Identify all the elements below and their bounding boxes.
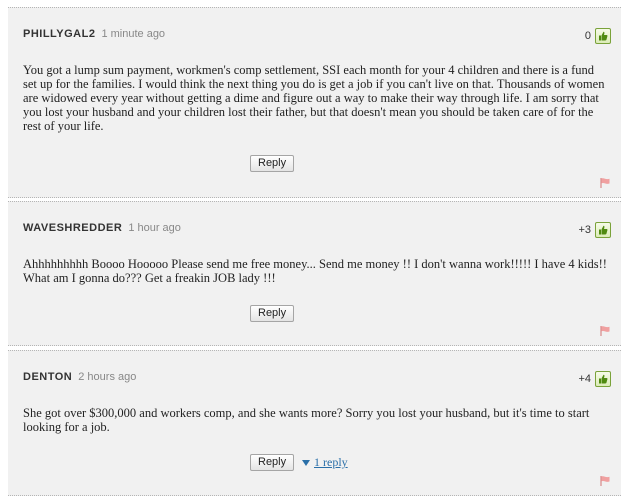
flag-icon[interactable] — [599, 475, 611, 487]
comment-card: PHILLYGAL2 1 minute ago 0 You got a lump… — [8, 7, 621, 198]
comment-card: DENTON 2 hours ago +4 She got over $300,… — [8, 350, 621, 496]
vote-area: +3 — [578, 222, 611, 238]
triangle-down-icon — [302, 459, 310, 466]
vote-area: +4 — [578, 371, 611, 387]
flag-icon[interactable] — [599, 177, 611, 189]
reply-button[interactable]: Reply — [250, 155, 295, 172]
comment-header: DENTON 2 hours ago — [23, 371, 136, 383]
comment-text: She got over $300,000 and workers comp, … — [23, 406, 590, 434]
comment-username[interactable]: WAVESHREDDER — [23, 222, 122, 234]
comment-timestamp: 2 hours ago — [78, 371, 137, 383]
reply-button[interactable]: Reply — [250, 454, 295, 471]
comment-card: WAVESHREDDER 1 hour ago +3 Ahhhhhhhhh Bo… — [8, 201, 621, 346]
comment-timestamp: 1 minute ago — [101, 28, 166, 40]
vote-count: 0 — [584, 30, 591, 42]
vote-count: +3 — [578, 224, 591, 236]
comment-timestamp: 1 hour ago — [128, 222, 181, 234]
show-replies-link[interactable]: 1 reply — [302, 455, 348, 470]
flag-icon[interactable] — [599, 325, 611, 337]
vote-area: 0 — [585, 28, 611, 44]
thumbs-up-icon[interactable] — [595, 371, 611, 387]
thumbs-up-icon[interactable] — [595, 28, 611, 44]
comment-header: PHILLYGAL2 1 minute ago — [23, 28, 165, 40]
comment-text: You got a lump sum payment, workmen's co… — [23, 63, 605, 133]
reply-button[interactable]: Reply — [250, 305, 295, 322]
comment-header: WAVESHREDDER 1 hour ago — [23, 222, 181, 234]
vote-count: +4 — [578, 373, 591, 385]
comment-username[interactable]: PHILLYGAL2 — [23, 28, 95, 40]
replies-link-label: 1 reply — [314, 455, 348, 469]
thumbs-up-icon[interactable] — [595, 222, 611, 238]
comment-username[interactable]: DENTON — [23, 371, 72, 383]
comment-text: Ahhhhhhhhh Boooo Hooooo Please send me f… — [23, 257, 607, 285]
